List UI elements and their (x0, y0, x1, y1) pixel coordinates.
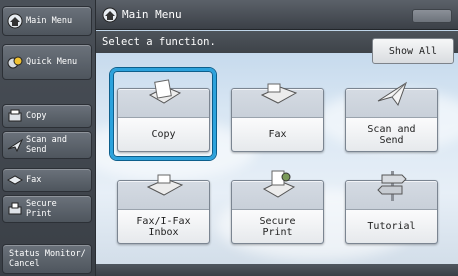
scan-send-tile[interactable]: Scan and Send (345, 81, 438, 152)
sidebar-item-label: Copy (26, 111, 47, 121)
tile-label: Scan and Send (346, 117, 437, 151)
show-all-button[interactable]: Show All (372, 38, 454, 64)
scan-send-icon (377, 81, 407, 107)
sidebar-quick-menu-label: Quick Menu (26, 57, 78, 67)
home-icon (102, 7, 118, 22)
sidebar-item-copy[interactable]: Copy (2, 104, 92, 128)
sidebar-main-menu-button[interactable]: Main Menu (2, 6, 92, 36)
quick-menu-icon (7, 56, 23, 69)
status-monitor-label: Status Monitor/ Cancel (9, 249, 86, 269)
scan-send-icon (7, 138, 23, 153)
sidebar-item-label: Fax (26, 175, 42, 185)
sidebar-item-secure-print[interactable]: Secure Print (2, 195, 92, 223)
tile-label: Fax/I-Fax Inbox (118, 209, 209, 243)
page-title: Main Menu (122, 8, 182, 21)
copy-icon (148, 79, 181, 104)
main-panel: Main Menu Select a function. Show All Co… (96, 0, 458, 276)
sidebar-item-fax[interactable]: Fax (2, 168, 92, 192)
secure-print-tile[interactable]: Secure Print (231, 170, 324, 244)
tile-label: Tutorial (346, 209, 437, 243)
sidebar-item-label: Secure Print (26, 199, 57, 219)
secure-print-icon (8, 202, 22, 215)
status-monitor-button[interactable]: Status Monitor/ Cancel (2, 244, 92, 274)
sidebar: Main Menu Quick Menu Copy Scan and Send … (0, 0, 96, 276)
tutorial-tile[interactable]: Tutorial (345, 171, 438, 244)
sidebar-main-menu-label: Main Menu (26, 16, 73, 26)
copy-icon (8, 109, 22, 122)
fax-ifax-inbox-tile[interactable]: Fax/I-Fax Inbox (117, 174, 210, 244)
tile-label: Copy (118, 117, 209, 151)
sidebar-item-scan-send[interactable]: Scan and Send (2, 131, 92, 159)
fax-icon (7, 175, 23, 185)
sidebar-quick-menu-button[interactable]: Quick Menu (2, 44, 92, 80)
inbox-icon (146, 174, 183, 196)
bottom-status-strip (96, 264, 458, 276)
tile-label: Fax (232, 117, 323, 151)
sidebar-item-label: Scan and Send (26, 135, 67, 155)
tile-label: Secure Print (232, 209, 323, 243)
fax-tile[interactable]: Fax (231, 83, 324, 152)
title-bar: Main Menu (96, 0, 458, 30)
home-icon (7, 13, 23, 29)
secure-print-icon (262, 170, 295, 198)
tutorial-icon (376, 171, 407, 201)
title-bar-button[interactable] (412, 9, 452, 23)
copy-tile[interactable]: Copy (117, 79, 210, 152)
fax-icon (260, 83, 297, 104)
